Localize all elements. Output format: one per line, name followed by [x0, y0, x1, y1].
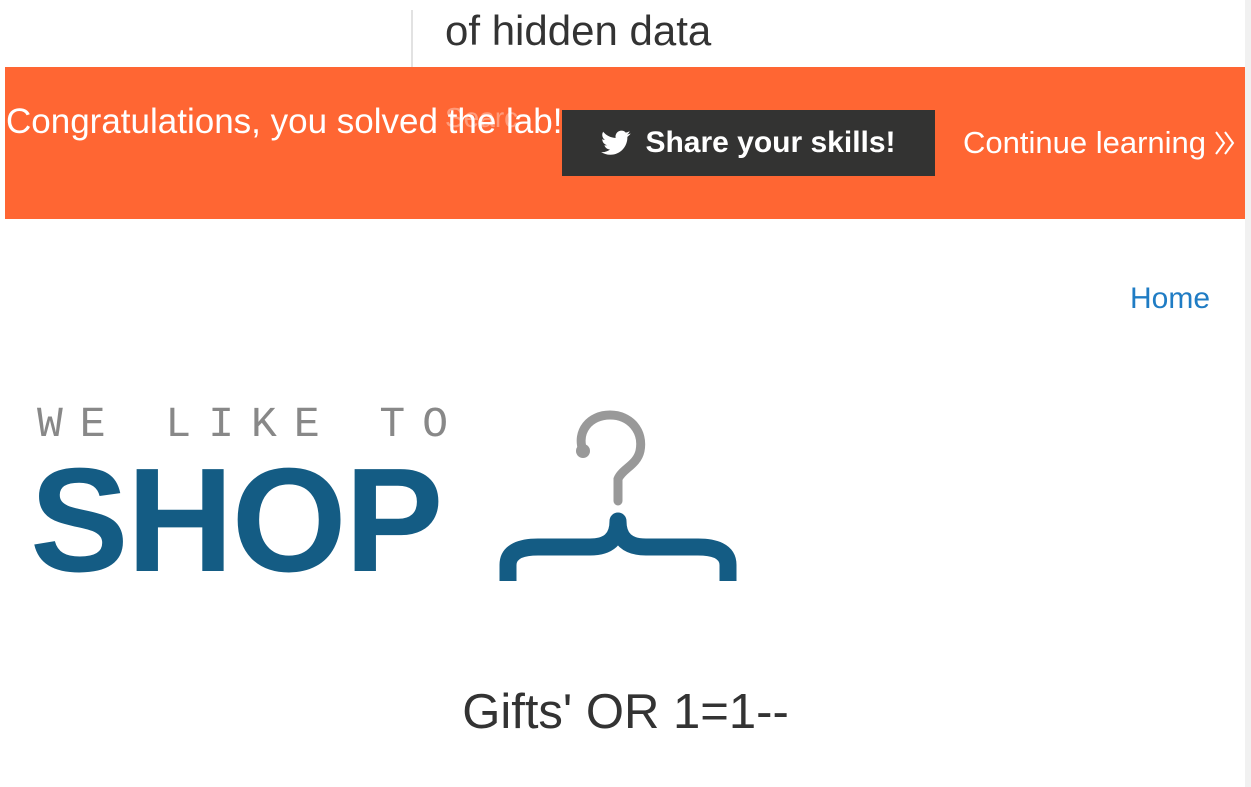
scrollbar-track[interactable] [1245, 0, 1251, 787]
share-skills-button[interactable]: Share your skills! [562, 110, 935, 176]
share-skills-label: Share your skills! [645, 126, 896, 159]
congratulations-message: Congratulations, you solved the lab! [6, 102, 563, 141]
logo-wordmark: SHOP [30, 438, 443, 603]
double-chevron-right-icon [1215, 131, 1235, 155]
home-link[interactable]: Home [1130, 281, 1210, 317]
search-results-heading: Gifts' OR 1=1-- [462, 685, 789, 739]
hanger-icon [499, 410, 737, 581]
page: of hidden data Searc Congratulations, yo… [0, 0, 1251, 787]
twitter-bird-icon [601, 130, 631, 155]
shop-logo: WE LIKE TO SHOP [30, 395, 750, 595]
continue-learning-label: Continue learning [963, 125, 1207, 160]
continue-learning-link[interactable]: Continue learning [963, 123, 1236, 163]
lab-title-fragment: of hidden data [445, 7, 712, 54]
